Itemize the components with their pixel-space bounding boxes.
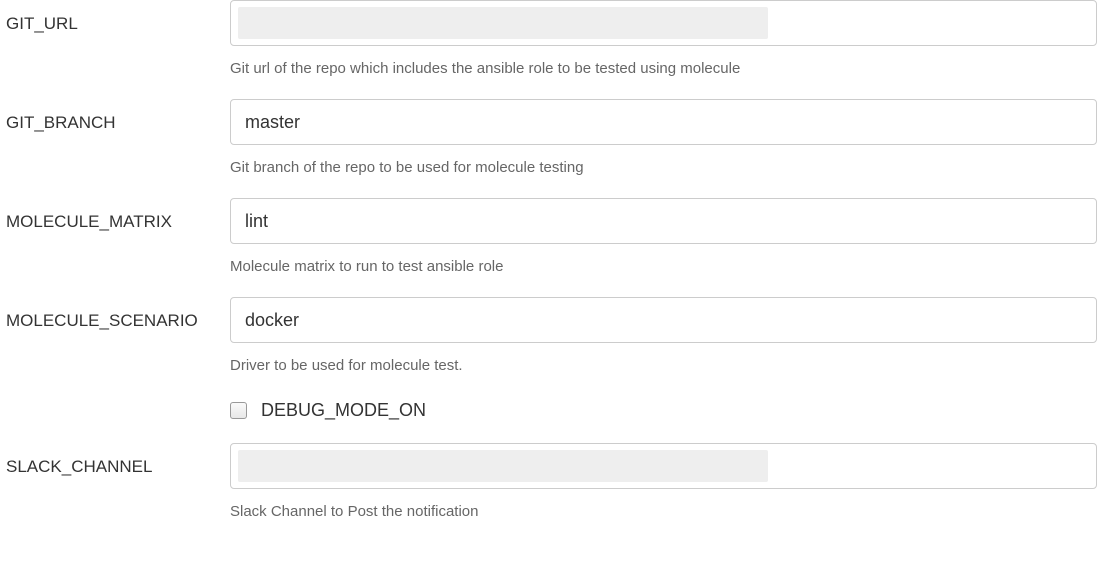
slack-channel-help: Slack Channel to Post the notification: [230, 489, 1097, 538]
debug-mode-row[interactable]: DEBUG_MODE_ON: [230, 392, 1097, 439]
git-url-masked-region: [238, 7, 768, 39]
git-branch-help: Git branch of the repo to be used for mo…: [230, 145, 1097, 194]
molecule-scenario-row: MOLECULE_SCENARIO Driver to be used for …: [0, 297, 1107, 439]
molecule-scenario-input[interactable]: [230, 297, 1097, 343]
debug-mode-checkbox[interactable]: [230, 402, 247, 419]
molecule-matrix-help: Molecule matrix to run to test ansible r…: [230, 244, 1097, 293]
slack-channel-input-wrap: [230, 443, 1097, 489]
slack-channel-label: SLACK_CHANNEL: [0, 443, 230, 477]
molecule-scenario-help: Driver to be used for molecule test.: [230, 343, 1097, 392]
slack-channel-masked-region: [238, 450, 768, 482]
git-branch-row: GIT_BRANCH Git branch of the repo to be …: [0, 99, 1107, 194]
git-branch-input[interactable]: [230, 99, 1097, 145]
git-branch-label: GIT_BRANCH: [0, 99, 230, 133]
git-url-row: GIT_URL Git url of the repo which includ…: [0, 0, 1107, 95]
git-url-input-wrap: [230, 0, 1097, 46]
molecule-matrix-row: MOLECULE_MATRIX Molecule matrix to run t…: [0, 198, 1107, 293]
git-url-help: Git url of the repo which includes the a…: [230, 46, 1097, 95]
git-url-label: GIT_URL: [0, 0, 230, 34]
molecule-scenario-label: MOLECULE_SCENARIO: [0, 297, 230, 331]
slack-channel-row: SLACK_CHANNEL Slack Channel to Post the …: [0, 443, 1107, 538]
molecule-matrix-input[interactable]: [230, 198, 1097, 244]
debug-mode-label: DEBUG_MODE_ON: [261, 400, 426, 421]
molecule-matrix-label: MOLECULE_MATRIX: [0, 198, 230, 232]
